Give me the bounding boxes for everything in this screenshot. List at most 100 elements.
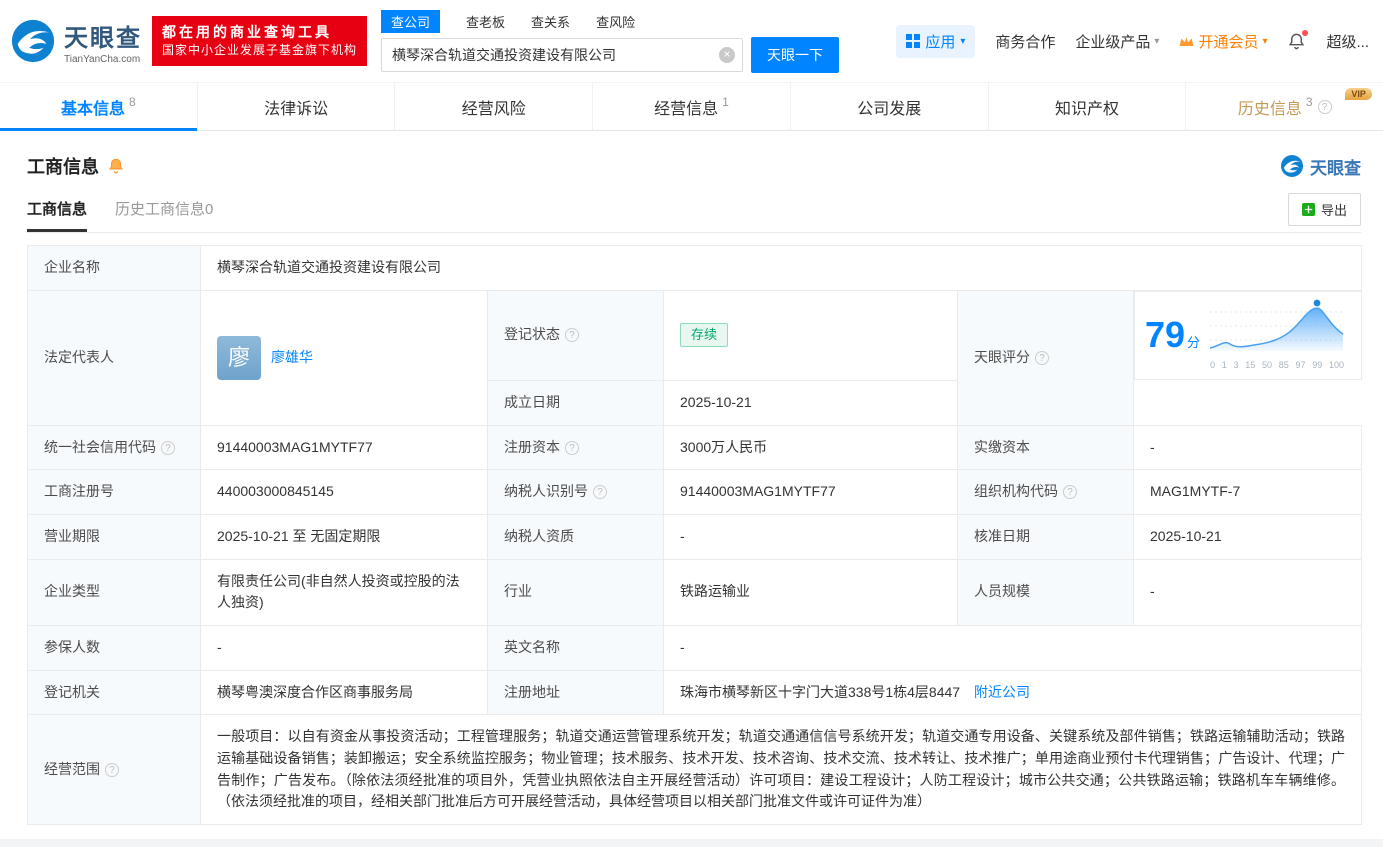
tianyancha-logo[interactable]: 天眼查 TianYanCha.com	[10, 18, 142, 65]
field-label-english-name: 英文名称	[487, 624, 664, 671]
field-label-company-name: 企业名称	[27, 245, 201, 291]
field-value-reg-capital: 3000万人民币	[663, 424, 958, 471]
search-tab-risk[interactable]: 查风险	[596, 12, 635, 31]
apps-menu[interactable]: 应用 ▾	[896, 24, 976, 58]
search-tab-company[interactable]: 查公司	[381, 9, 441, 33]
open-vip-menu[interactable]: 开通会员 ▾	[1179, 31, 1267, 52]
tab-legal-proceedings[interactable]: 法律诉讼	[196, 83, 395, 130]
field-label-business-scope: 经营范围?	[27, 714, 201, 826]
table-row: 参保人数 - 英文名称 -	[27, 624, 1363, 671]
legal-rep-link[interactable]: 廖雄华	[271, 347, 313, 369]
enterprise-products-label: 企业级产品	[1075, 33, 1151, 51]
top-header: 天眼查 TianYanCha.com 都在用的商业查询工具 国家中小企业发展子基…	[0, 0, 1383, 82]
chevron-down-icon: ▾	[1154, 35, 1160, 47]
help-icon[interactable]: ?	[161, 440, 175, 455]
watermark-brand: 天眼查	[1280, 154, 1361, 179]
subtab-business-info[interactable]: 工商信息	[27, 198, 88, 232]
super-vip-link[interactable]: 超级...	[1326, 31, 1369, 52]
field-label-org-code: 组织机构代码?	[957, 469, 1134, 515]
help-icon[interactable]: ?	[565, 328, 579, 343]
tab-intellectual-property[interactable]: 知识产权	[987, 83, 1186, 130]
field-value-term: 2025-10-21 至 无固定期限	[200, 513, 488, 560]
tab-legal-proceedings-label: 法律诉讼	[264, 100, 329, 118]
field-label-reg-status: 登记状态?	[487, 289, 664, 381]
tab-history-info-label: 历史信息	[1237, 100, 1302, 118]
tab-operation-info[interactable]: 经营信息 1	[592, 83, 790, 130]
field-value-reg-status: 存续	[663, 289, 958, 381]
field-value-reg-no: 440003000845145	[200, 469, 488, 515]
tab-company-development[interactable]: 公司发展	[789, 83, 988, 130]
table-row: 统一社会信用代码? 91440003MAG1MYTF77 注册资本? 3000万…	[27, 424, 1363, 471]
promo-line1: 都在用的商业查询工具	[162, 24, 332, 41]
legal-rep-avatar[interactable]: 廖	[217, 335, 261, 380]
excel-icon	[1301, 203, 1315, 216]
tab-operation-risk[interactable]: 经营风险	[394, 83, 592, 130]
field-label-reg-capital-text: 注册资本	[504, 438, 560, 455]
brand-text: 天眼查 TianYanCha.com	[64, 18, 142, 65]
enterprise-products-menu[interactable]: 企业级产品 ▾	[1075, 31, 1159, 52]
promo-badge: 都在用的商业查询工具 国家中小企业发展子基金旗下机构	[152, 16, 368, 66]
table-row: 企业类型 有限责任公司(非自然人投资或控股的法人独资) 行业 铁路运输业 人员规…	[27, 558, 1363, 626]
field-label-score: 天眼评分?	[957, 289, 1134, 426]
field-label-score-text: 天眼评分	[974, 348, 1030, 365]
field-value-credit-code: 91440003MAG1MYTF77	[200, 424, 488, 471]
tab-basic-info-count: 8	[129, 94, 136, 109]
help-icon[interactable]: ?	[1035, 350, 1049, 365]
field-value-approval-date: 2025-10-21	[1132, 513, 1363, 560]
score-chart: 0 1 3 15 50 85 97 99 100	[1209, 298, 1345, 374]
business-cooperation-link[interactable]: 商务合作	[995, 31, 1055, 52]
table-row: 法定代表人 廖 廖雄华 登记状态? 存续 天眼评分? 79 分 0 1 3 15…	[27, 289, 1362, 426]
field-value-paid-capital: -	[1132, 424, 1363, 471]
subtab-history-business-info[interactable]: 历史工商信息0	[115, 198, 213, 232]
field-label-insured: 参保人数	[27, 624, 201, 671]
help-icon[interactable]: ?	[105, 762, 119, 777]
section-title: 工商信息	[27, 153, 125, 179]
tab-intellectual-property-label: 知识产权	[1054, 100, 1119, 118]
field-label-approval-date: 核准日期	[957, 513, 1134, 560]
field-label-staff-size: 人员规模	[957, 558, 1134, 626]
export-button[interactable]: 导出	[1287, 193, 1361, 226]
alert-bell-icon[interactable]	[107, 157, 125, 175]
search-tabs: 查公司 查老板 查关系 查风险	[381, 9, 839, 33]
notification-dot	[1302, 29, 1309, 36]
apps-grid-icon	[906, 34, 921, 48]
search-button[interactable]: 天眼一下	[751, 36, 840, 73]
field-label-reg-capital: 注册资本?	[487, 424, 664, 471]
score-unit: 分	[1187, 335, 1201, 351]
brand-domain: TianYanCha.com	[64, 53, 141, 65]
field-label-paid-capital: 实缴资本	[957, 424, 1134, 471]
company-nav-tabs: 基本信息 8 法律诉讼 经营风险 经营信息 1 公司发展 知识产权 VIP 历史…	[0, 82, 1383, 131]
tianyancha-logo-icon	[1280, 154, 1304, 178]
table-row: 营业期限 2025-10-21 至 无固定期限 纳税人资质 - 核准日期 202…	[27, 513, 1363, 560]
score-value: 79	[1145, 314, 1186, 356]
field-value-company-type: 有限责任公司(非自然人投资或控股的法人独资)	[200, 558, 488, 626]
field-value-company-name: 横琴深合轨道交通投资建设有限公司	[199, 245, 1363, 291]
address-text: 珠海市横琴新区十字门大道338号1栋4层8447	[680, 683, 961, 700]
notification-bell-icon[interactable]	[1287, 29, 1309, 51]
search-tab-boss[interactable]: 查老板	[466, 12, 505, 31]
search-tab-relation[interactable]: 查关系	[531, 12, 570, 31]
help-icon[interactable]: ?	[1317, 99, 1332, 114]
help-icon[interactable]: ?	[1063, 485, 1077, 500]
page-bottom-strip	[0, 839, 1383, 847]
tab-operation-info-count: 1	[722, 94, 729, 109]
help-icon[interactable]: ?	[593, 485, 607, 500]
tab-basic-info[interactable]: 基本信息 8	[0, 83, 197, 131]
field-label-term: 营业期限	[27, 513, 201, 560]
field-label-reg-no: 工商注册号	[27, 469, 201, 515]
table-row: 工商注册号 440003000845145 纳税人识别号? 91440003MA…	[27, 469, 1363, 515]
tab-history-info[interactable]: VIP 历史信息 3 ?	[1185, 83, 1383, 130]
table-row: 登记机关 横琴粤澳深度合作区商事服务局 注册地址 珠海市横琴新区十字门大道338…	[27, 669, 1363, 716]
watermark-brand-text: 天眼查	[1310, 158, 1361, 178]
section-title-text: 工商信息	[27, 157, 99, 177]
field-value-score: 79 分 0 1 3 15 50 85 97 99 100	[1134, 290, 1362, 381]
search-input[interactable]	[381, 37, 744, 72]
chevron-down-icon: ▾	[960, 35, 966, 47]
search-box: ×	[381, 37, 744, 72]
help-icon[interactable]: ?	[565, 440, 579, 455]
field-label-reg-status-text: 登记状态	[504, 326, 560, 343]
nearby-companies-link[interactable]: 附近公司	[974, 684, 1030, 700]
status-badge: 存续	[680, 323, 729, 348]
table-row: 企业名称 横琴深合轨道交通投资建设有限公司	[27, 245, 1363, 291]
clear-search-icon[interactable]: ×	[719, 46, 736, 63]
